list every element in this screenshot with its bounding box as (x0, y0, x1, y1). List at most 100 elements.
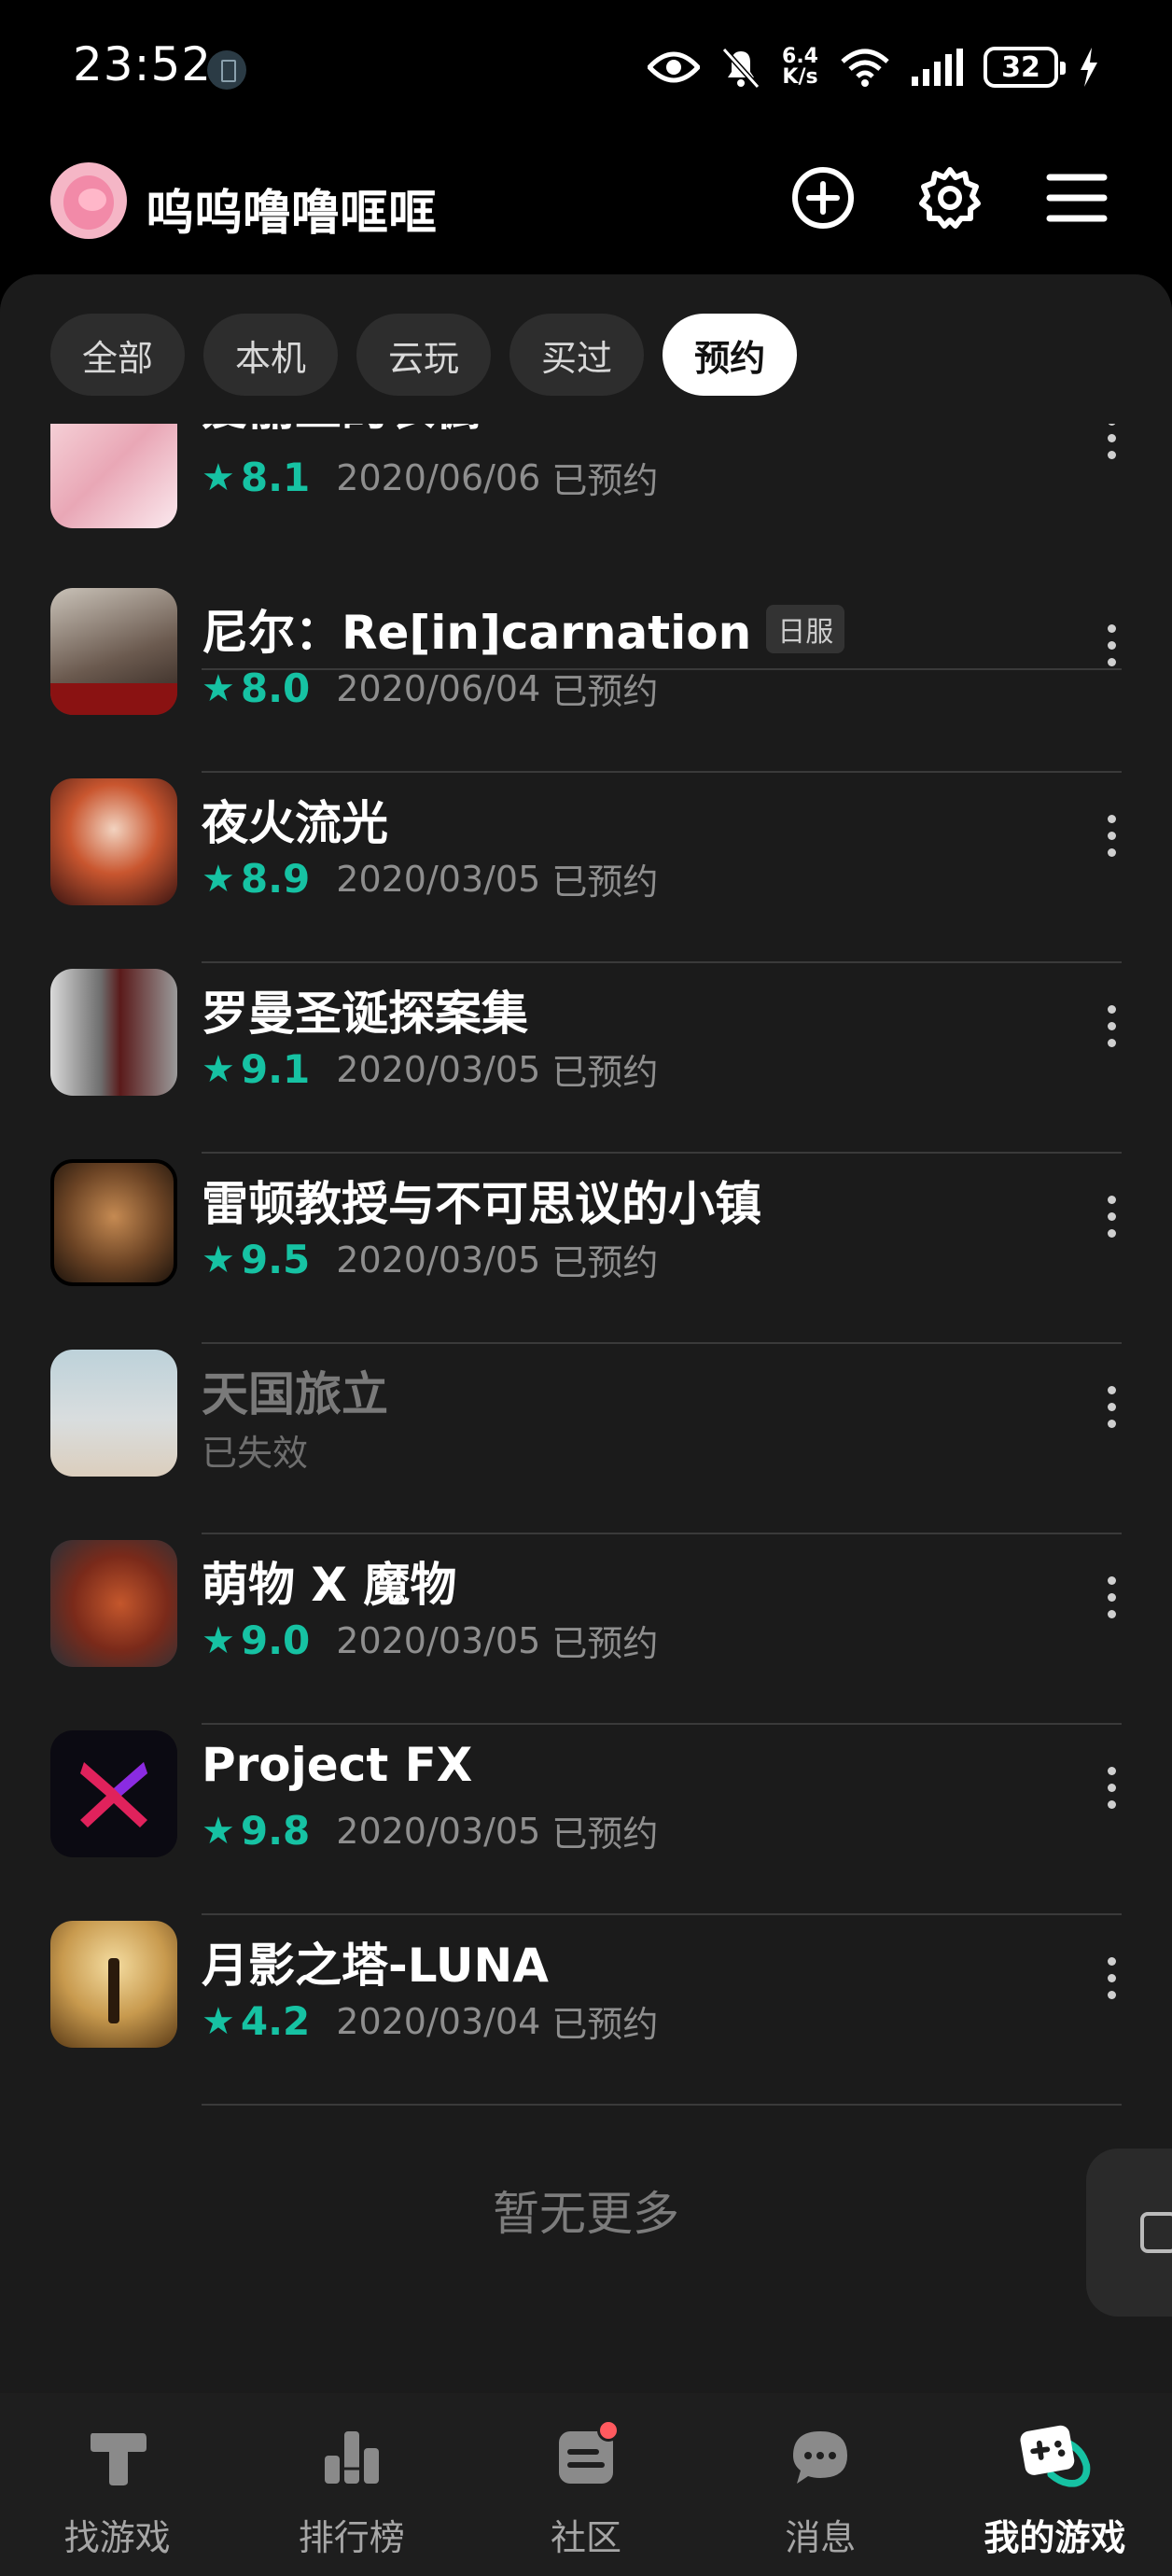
nav-label: 社区 (551, 2517, 622, 2558)
more-icon[interactable] (1097, 1936, 1125, 2020)
star-icon: ★ (202, 1809, 235, 1853)
game-name: 雷顿教授与不可思议的小镇 (202, 1177, 761, 1231)
list-item[interactable]: 夜火流光 ★ 8.9 2020/03/05 已预约 (0, 773, 1172, 963)
nav-ranking[interactable]: 排行榜 (234, 2393, 468, 2576)
download-icon (1140, 2212, 1172, 2253)
nav-find-game[interactable]: 找游戏 (0, 2393, 234, 2576)
bell-muted-icon (721, 47, 760, 89)
plus-circle-icon (792, 167, 854, 229)
list-item[interactable]: 爱丽丝的衣橱 ★8.1 2020/06/06 已预约 (0, 382, 1172, 670)
floating-download-button[interactable] (1086, 2149, 1172, 2317)
more-icon[interactable] (1097, 1745, 1125, 1829)
star-icon: ★ (202, 1618, 235, 1662)
game-name: Project FX (202, 1738, 473, 1792)
reserve-date: 2020/06/04 (336, 667, 541, 709)
menu-button[interactable] (1039, 161, 1114, 235)
list-item[interactable]: 尼尔：Re[in]carnation 日服 ★ 8.0 2020/06/04 已预约 (0, 582, 1172, 773)
list-item[interactable]: Project FX ★ 9.8 2020/03/05 已预约 (0, 1725, 1172, 1915)
avatar-snout (78, 189, 106, 211)
more-icon[interactable] (1097, 984, 1125, 1068)
game-rating: 9.0 (240, 1617, 311, 1663)
game-icon (50, 1159, 177, 1286)
eye-icon (648, 51, 701, 83)
nav-my-games[interactable]: 我的游戏 (938, 2393, 1172, 2576)
avatar[interactable] (50, 162, 127, 239)
game-meta: ★ 4.2 2020/03/04 已预约 (202, 1995, 658, 2047)
list-item[interactable]: 月影之塔-LUNA ★ 4.2 2020/03/04 已预约 (0, 1915, 1172, 2106)
reserve-date: 2020/03/05 (336, 1619, 541, 1661)
reserve-date: 2020/03/05 (336, 1239, 541, 1281)
tabs-bar: 全部 本机 云玩 买过 预约 (0, 274, 1172, 424)
list-item[interactable]: 罗曼圣诞探案集 ★ 9.1 2020/03/05 已预约 (0, 963, 1172, 1154)
game-meta: ★ 9.0 2020/03/05 已预约 (202, 1615, 658, 1666)
game-name: 萌物 X 魔物 (202, 1558, 457, 1612)
filter-tabs: 全部 本机 云玩 买过 预约 (50, 314, 798, 396)
reserve-date: 2020/03/05 (336, 1810, 541, 1852)
add-button[interactable] (786, 161, 860, 235)
star-icon: ★ (202, 857, 235, 901)
game-rating: 8.9 (240, 856, 311, 902)
nav-community[interactable]: 社区 (468, 2393, 703, 2576)
game-meta: 已失效 (202, 1424, 308, 1476)
battery-icon: 32 (984, 47, 1066, 88)
nav-messages[interactable]: 消息 (704, 2393, 938, 2576)
status-time: 23:52 (73, 37, 213, 91)
game-rating: 8.0 (240, 665, 311, 711)
game-meta: ★ 9.1 2020/03/05 已预约 (202, 1043, 658, 1095)
region-tag: 日服 (766, 605, 845, 653)
game-name: 夜火流光 (202, 796, 388, 850)
reserve-status: 已预约 (551, 1623, 659, 1664)
charging-icon (1081, 48, 1097, 87)
reserve-status: 已预约 (551, 671, 659, 712)
list-item[interactable]: 萌物 X 魔物 ★ 9.0 2020/03/05 已预约 (0, 1534, 1172, 1725)
reserve-status: 已预约 (551, 861, 659, 903)
game-rating: 9.5 (240, 1237, 311, 1282)
game-meta: ★ 8.9 2020/03/05 已预约 (202, 853, 658, 904)
game-name: 尼尔：Re[in]carnation 日服 (202, 595, 845, 663)
games-panel: 爱丽丝的衣橱 ★8.1 2020/06/06 已预约 尼尔：Re[in]carn… (0, 274, 1172, 2393)
game-icon (50, 1540, 177, 1667)
game-name: 月影之塔-LUNA (202, 1939, 549, 1993)
more-icon[interactable] (1097, 1555, 1125, 1639)
game-icon (50, 1921, 177, 2048)
status-icons: 6.4 K/s 32 (648, 41, 1099, 93)
game-rating: 9.8 (240, 1808, 311, 1854)
message-icon (783, 2419, 858, 2494)
tab-cloud[interactable]: 云玩 (356, 314, 492, 396)
list-item[interactable]: 天国旅立 已失效 (0, 1344, 1172, 1534)
game-icon (50, 588, 177, 715)
community-icon (549, 2419, 623, 2494)
star-icon: ★ (202, 1238, 235, 1281)
nav-label: 消息 (785, 2517, 857, 2558)
more-icon[interactable] (1097, 1365, 1125, 1449)
game-name: 天国旅立 (202, 1367, 388, 1421)
reserve-status: 已预约 (551, 1242, 659, 1283)
bottom-nav: 找游戏 排行榜 社区 消息 我的游戏 (0, 2393, 1172, 2576)
game-icon (50, 969, 177, 1096)
status-bar: 23:52 6.4 K/s 32 (0, 0, 1172, 131)
list-item[interactable]: 雷顿教授与不可思议的小镇 ★ 9.5 2020/03/05 已预约 (0, 1154, 1172, 1344)
game-meta: ★ 8.1 2020/06/06 已预约 (202, 452, 658, 503)
more-icon[interactable] (1097, 793, 1125, 877)
profile-header: 呜呜噜噜哐哐 (0, 140, 1172, 261)
game-icon (50, 1350, 177, 1477)
settings-button[interactable] (913, 161, 987, 235)
nav-label: 排行榜 (298, 2517, 405, 2558)
reserve-status: 已失效 (202, 1433, 309, 1474)
more-icon[interactable] (1097, 1174, 1125, 1258)
star-icon: ★ (202, 666, 235, 710)
reserve-date: 2020/03/05 (336, 1048, 541, 1090)
reserve-date: 2020/03/05 (336, 858, 541, 900)
star-icon: ★ (202, 455, 235, 499)
notification-badge (597, 2419, 620, 2442)
reserve-status: 已预约 (551, 2004, 659, 2045)
more-icon[interactable] (1097, 603, 1125, 687)
tab-reserved[interactable]: 预约 (663, 314, 798, 396)
hamburger-icon (1046, 174, 1108, 222)
find-game-icon (80, 2419, 155, 2494)
tab-purchased[interactable]: 买过 (509, 314, 645, 396)
tab-all[interactable]: 全部 (50, 314, 186, 396)
sim-icon (207, 50, 246, 90)
tab-local[interactable]: 本机 (203, 314, 339, 396)
username[interactable]: 呜呜噜噜哐哐 (146, 174, 437, 244)
